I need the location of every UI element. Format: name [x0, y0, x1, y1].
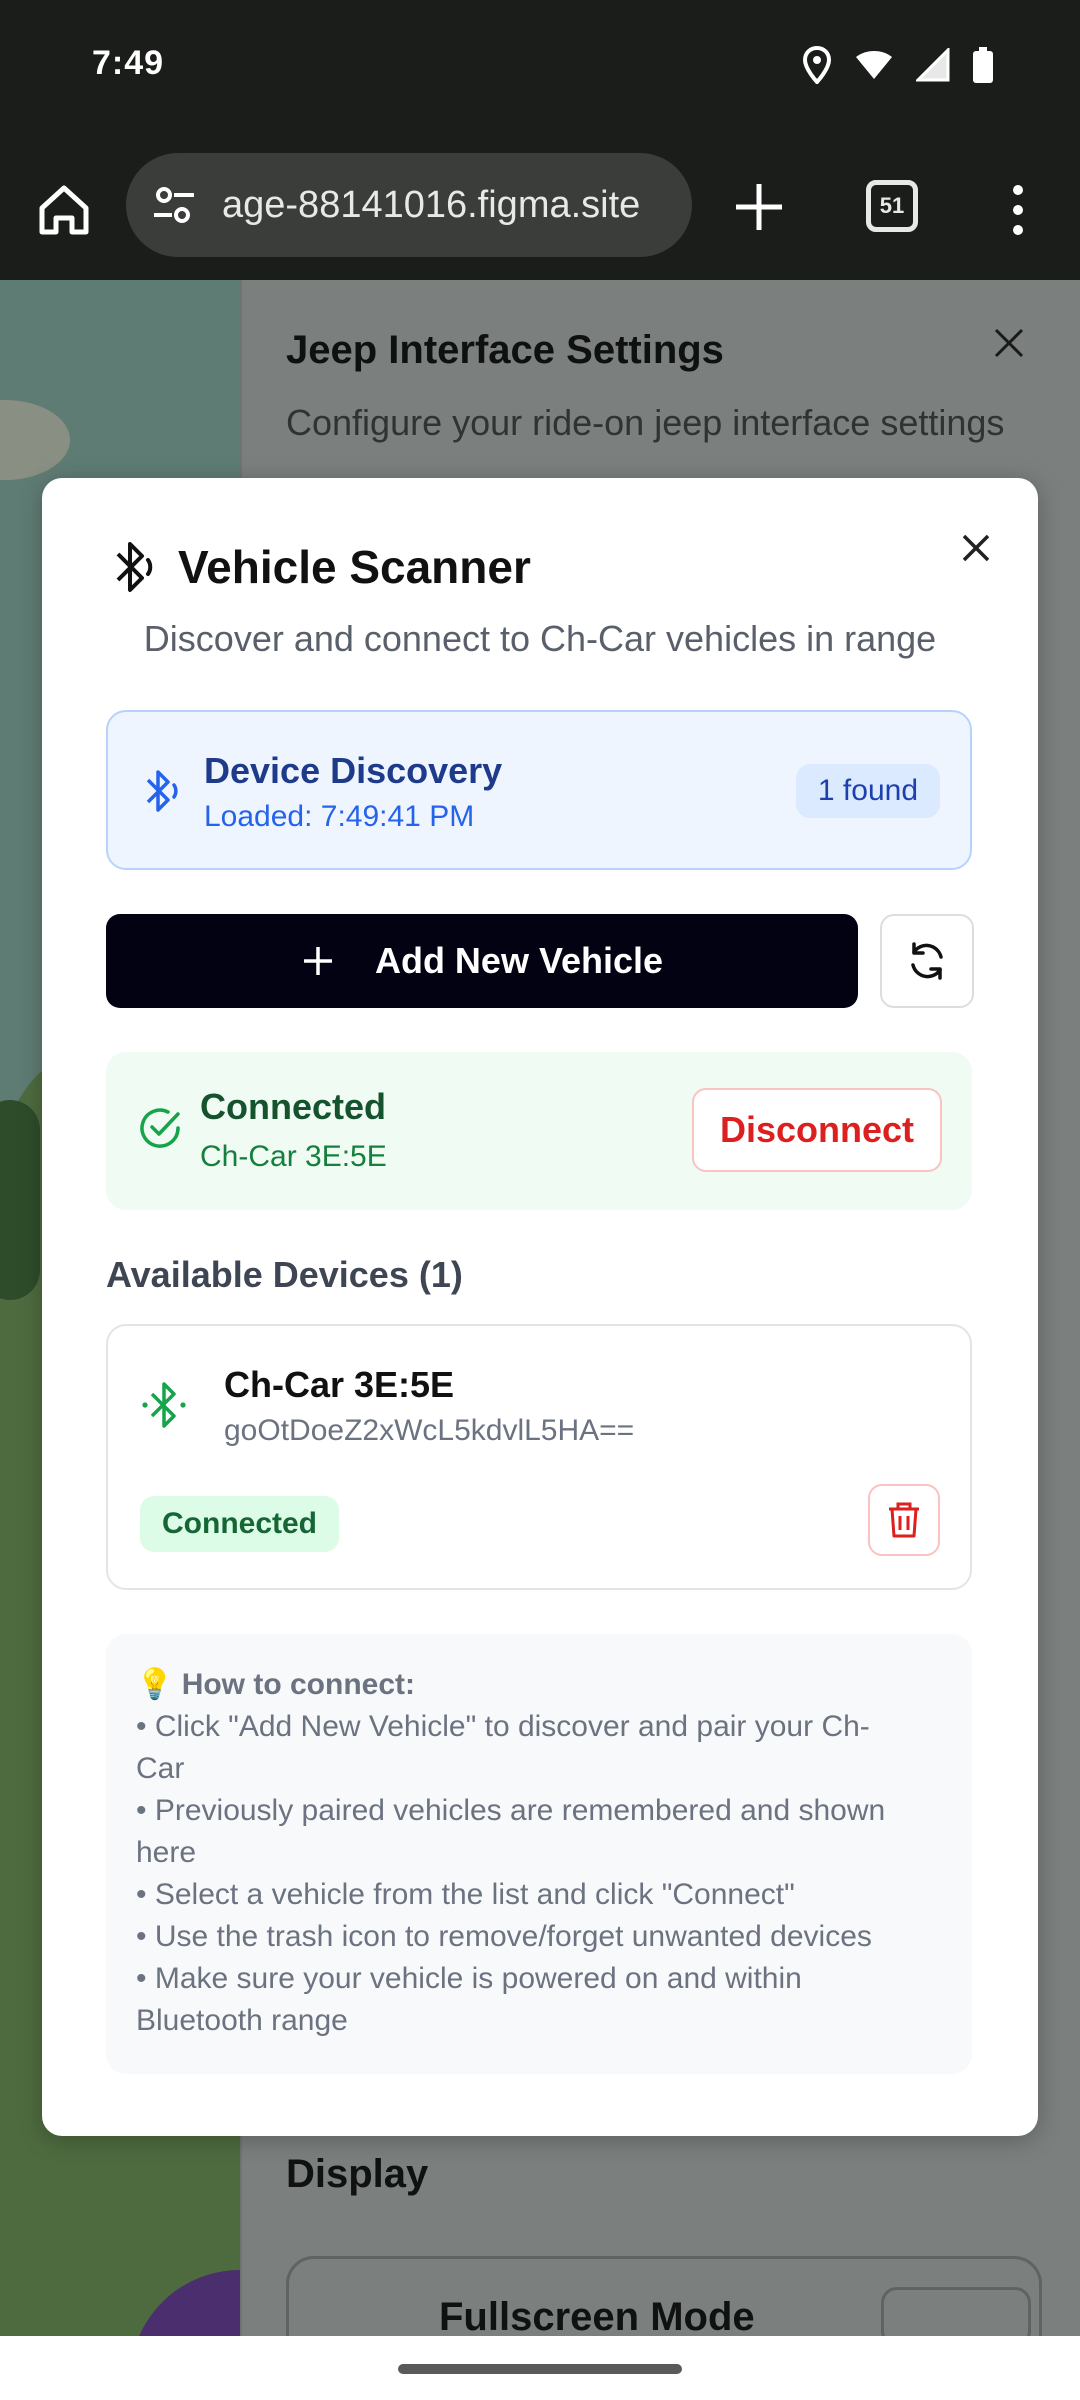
dialog-title: Vehicle Scanner	[178, 541, 531, 593]
available-devices-title: Available Devices (1)	[106, 1254, 463, 1295]
fullscreen-button[interactable]	[881, 2287, 1031, 2336]
fullscreen-title: Fullscreen Mode	[439, 2295, 755, 2336]
tab-switcher-button[interactable]: 51	[866, 180, 918, 232]
how-to-line: • Previously paired vehicles are remembe…	[136, 1794, 886, 1827]
dialog-header: Vehicle Scanner	[112, 540, 531, 594]
check-circle-icon	[140, 1108, 180, 1148]
status-bar: 7:49	[0, 0, 1080, 140]
location-icon	[802, 46, 832, 84]
trash-icon	[889, 1502, 919, 1538]
how-to-connect-panel: 💡 How to connect: • Click "Add New Vehic…	[106, 1634, 972, 2074]
how-to-line: • Click "Add New Vehicle" to discover an…	[136, 1710, 870, 1743]
discovery-title: Device Discovery	[204, 750, 503, 791]
refresh-button[interactable]	[880, 914, 974, 1008]
fullscreen-card: Fullscreen Mode	[286, 2256, 1042, 2336]
bluetooth-connected-icon	[142, 1382, 186, 1428]
settings-title: Jeep Interface Settings	[286, 328, 724, 372]
close-icon[interactable]	[992, 326, 1026, 360]
plus-icon	[303, 947, 332, 975]
dialog-description: Discover and connect to Ch-Car vehicles …	[143, 618, 937, 659]
address-bar[interactable]: age-88141016.figma.site	[126, 153, 692, 257]
gesture-handle[interactable]	[398, 2364, 682, 2374]
delete-device-button[interactable]	[868, 1484, 940, 1556]
browser-toolbar: age-88141016.figma.site 51	[0, 140, 1080, 280]
bluetooth-searching-icon	[116, 542, 153, 592]
disconnect-button[interactable]: Disconnect	[692, 1088, 942, 1172]
battery-icon	[973, 47, 993, 83]
device-discovery-card: Device Discovery Loaded: 7:49:41 PM 1 fo…	[106, 710, 972, 870]
how-to-line: • Select a vehicle from the list and cli…	[136, 1878, 795, 1911]
signal-icon	[916, 48, 950, 82]
close-icon[interactable]	[954, 526, 998, 570]
how-to-line: Car	[136, 1752, 185, 1785]
add-new-vehicle-button[interactable]: Add New Vehicle	[106, 914, 858, 1008]
more-menu-icon[interactable]	[1008, 182, 1028, 238]
how-to-line: • Make sure your vehicle is powered on a…	[136, 1962, 802, 1995]
how-to-title: 💡 How to connect:	[136, 1668, 416, 1701]
refresh-icon	[911, 942, 943, 980]
connection-status-title: Connected	[200, 1086, 387, 1127]
add-new-vehicle-label: Add New Vehicle	[374, 940, 664, 981]
home-icon[interactable]	[34, 180, 94, 240]
connection-status-card: Connected Ch-Car 3E:5E Disconnect	[106, 1052, 972, 1210]
site-settings-icon[interactable]	[150, 181, 198, 229]
settings-subtitle: Configure your ride-on jeep interface se…	[286, 402, 1005, 443]
how-to-line: Bluetooth range	[136, 2004, 348, 2037]
connected-device-name: Ch-Car 3E:5E	[200, 1140, 387, 1173]
discovery-loaded-time: Loaded: 7:49:41 PM	[204, 800, 475, 833]
device-name: Ch-Car 3E:5E	[224, 1364, 455, 1405]
url-text: age-88141016.figma.site	[222, 183, 641, 226]
status-icons	[802, 46, 994, 84]
wifi-icon	[856, 51, 892, 79]
how-to-line: • Use the trash icon to remove/forget un…	[136, 1920, 872, 1953]
how-to-line: here	[136, 1836, 197, 1869]
status-badge: Connected	[140, 1496, 340, 1552]
device-id: goOtDoeZ2xWcL5kdvlL5HA==	[224, 1414, 635, 1447]
found-count-badge: 1 found	[795, 764, 940, 818]
list-item[interactable]: Ch-Car 3E:5E goOtDoeZ2xWcL5kdvlL5HA== Co…	[106, 1324, 972, 1590]
vehicle-scanner-dialog: Vehicle Scanner Discover and connect to …	[42, 478, 1038, 2136]
new-tab-icon[interactable]	[728, 176, 790, 238]
display-section-title: Display	[286, 2152, 429, 2196]
status-time: 7:49	[92, 44, 165, 82]
bluetooth-searching-icon	[146, 770, 178, 812]
